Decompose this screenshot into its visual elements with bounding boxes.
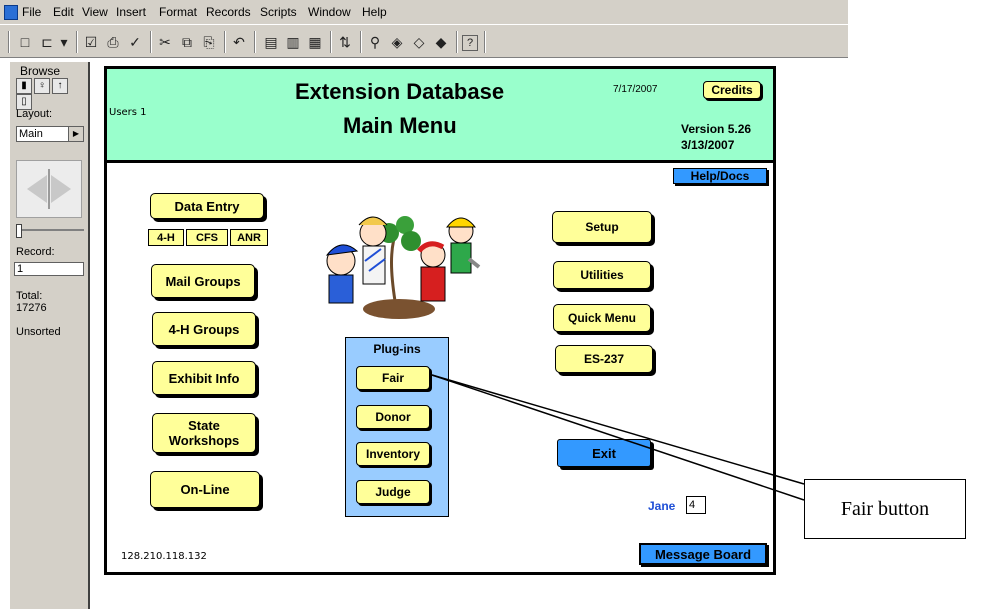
callout-box: Fair button	[804, 479, 966, 539]
callout-label: Fair button	[840, 497, 930, 520]
